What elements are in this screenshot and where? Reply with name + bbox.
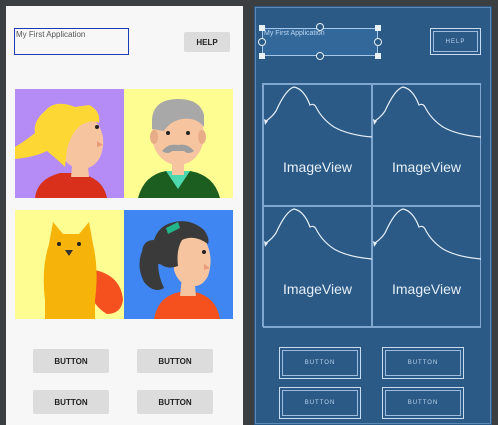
cat-image[interactable] xyxy=(15,210,124,319)
resize-handle-top[interactable] xyxy=(316,23,324,31)
help-button[interactable]: HELP xyxy=(184,32,230,52)
blueprint-button-1[interactable]: BUTTON xyxy=(279,347,361,379)
blueprint-imageview-4[interactable]: ImageView xyxy=(372,206,482,328)
resize-handle-bottom[interactable] xyxy=(316,52,324,60)
resize-handle-top-right[interactable] xyxy=(375,25,381,31)
blonde-woman-image[interactable] xyxy=(15,89,124,198)
title-text: My First Application xyxy=(16,30,86,39)
blueprint-help-label: HELP xyxy=(433,31,478,52)
imageview-label: ImageView xyxy=(282,281,352,297)
imageview-label: ImageView xyxy=(282,159,352,175)
blueprint-imageview-3[interactable]: ImageView xyxy=(263,206,373,328)
resize-handle-top-left[interactable] xyxy=(259,25,265,31)
blueprint-button-4[interactable]: BUTTON xyxy=(382,387,464,419)
resize-handle-left[interactable] xyxy=(258,38,266,46)
blueprint-button-label: BUTTON xyxy=(385,390,461,416)
blueprint-button-2[interactable]: BUTTON xyxy=(382,347,464,379)
button-3[interactable]: BUTTON xyxy=(33,390,109,414)
button-1[interactable]: BUTTON xyxy=(33,349,109,373)
blueprint-surface: My First Application HELP ImageView Imag… xyxy=(254,6,492,425)
blueprint-title-text: My First Application xyxy=(264,30,325,37)
old-man-image[interactable] xyxy=(124,89,233,198)
blueprint-image-grid: ImageView ImageView ImageView ImageView xyxy=(262,83,482,328)
blueprint-help-button[interactable]: HELP xyxy=(430,28,481,55)
button-4[interactable]: BUTTON xyxy=(137,390,213,414)
blueprint-button-label: BUTTON xyxy=(282,390,358,416)
imageview-label: ImageView xyxy=(391,281,461,297)
design-surface: My First Application HELP BUTTON BUTTON … xyxy=(6,6,243,425)
imageview-label: ImageView xyxy=(391,159,461,175)
blueprint-imageview-1[interactable]: ImageView xyxy=(263,84,373,206)
resize-handle-bottom-right[interactable] xyxy=(375,53,381,59)
ponytail-girl-image[interactable] xyxy=(124,210,233,319)
blueprint-button-label: BUTTON xyxy=(385,350,461,376)
resize-handle-right[interactable] xyxy=(374,38,382,46)
blueprint-button-3[interactable]: BUTTON xyxy=(279,387,361,419)
title-textview[interactable]: My First Application xyxy=(14,28,129,55)
blueprint-button-label: BUTTON xyxy=(282,350,358,376)
blueprint-imageview-2[interactable]: ImageView xyxy=(372,84,482,206)
resize-handle-bottom-left[interactable] xyxy=(259,53,265,59)
button-2[interactable]: BUTTON xyxy=(137,349,213,373)
